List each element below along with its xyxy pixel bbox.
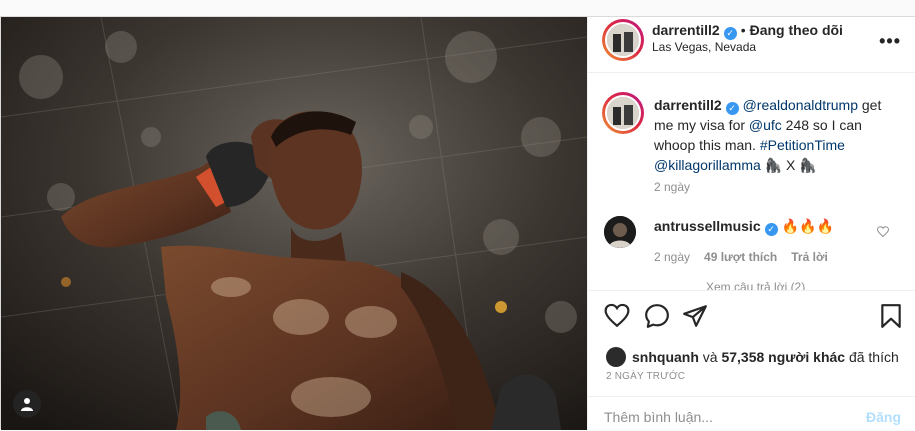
verified-badge-icon: ✓ [723,27,737,40]
comment-input[interactable] [604,409,844,425]
post-actions: snhquanh và 57,358 người khác đã thích 2… [588,290,915,430]
comment-meta: 2 ngày 49 lượt thích Trả lời [654,250,842,264]
person-icon [21,398,33,411]
reply-button[interactable]: Trả lời [791,250,828,264]
more-options-icon[interactable]: ••• [879,31,901,52]
author-username[interactable]: darrentill2 [652,22,720,38]
mention-link[interactable]: @ufc [749,117,782,133]
comment-bubble-icon[interactable] [644,303,670,329]
likes-suffix: đã thích [845,349,899,365]
following-button[interactable]: Đang theo dõi [750,22,843,38]
post-comment-button[interactable]: Đăng [866,409,901,425]
commenter-avatar[interactable] [604,216,636,248]
likes-summary: snhquanh và 57,358 người khác đã thích [606,347,899,367]
post-header: darrentill2 ✓ • Đang theo dõi Las Vegas, Ne… [588,17,915,73]
post-dialog: darrentill2 ✓ • Đang theo dõi Las Vegas, Ne… [0,16,915,430]
mention-link[interactable]: @realdonaldtrump [743,97,858,113]
caption-avatar-photo [605,95,641,131]
comment-body: 🔥🔥🔥 [781,218,834,234]
comment-like-heart-icon[interactable] [876,225,890,243]
caption-username[interactable]: darrentill2 [654,97,722,113]
comment-text: antrussellmusic ✓ 🔥🔥🔥 [654,218,834,236]
add-comment-bar: Đăng [588,396,915,431]
mention-link[interactable]: @killagorillamma [654,157,761,173]
author-avatar[interactable] [602,19,644,61]
likes-others-link[interactable]: 57,358 người khác [721,349,845,365]
liker-avatar[interactable] [606,347,626,367]
like-heart-icon[interactable] [604,303,630,329]
caption-avatar[interactable] [602,92,644,134]
comments-section: darrentill2 ✓ @realdonaldtrump get me my … [588,74,915,290]
post-photo[interactable] [1,17,587,430]
instagram-post-page: darrentill2 ✓ • Đang theo dõi Las Vegas, Ne… [0,0,915,430]
author-avatar-photo [605,22,641,58]
separator-dot: • [740,22,746,38]
likes-connector: và [698,349,722,365]
post-sidebar: darrentill2 ✓ • Đang theo dõi Las Vegas, Ne… [587,17,915,430]
tagged-user-icon[interactable] [13,390,41,418]
verified-badge-icon: ✓ [764,223,778,236]
share-direct-icon[interactable] [682,303,708,329]
comment-likes-count[interactable]: 49 lượt thích [704,250,777,264]
caption-emoji: 🦍 X 🦍 [760,157,817,173]
location-link[interactable]: Las Vegas, Nevada [652,40,756,54]
view-replies-link[interactable]: Xem câu trả lời (2) [706,280,805,290]
commenter-username[interactable]: antrussellmusic [654,218,761,234]
post-timestamp[interactable]: 2 ngày trước [606,371,685,382]
caption-text: darrentill2 ✓ @realdonaldtrump get me my … [654,95,902,175]
liker-username[interactable]: snhquanh [632,349,699,365]
hashtag-link[interactable]: #PetitionTime [760,137,845,153]
fighter-photo-illustration [1,17,587,430]
save-bookmark-icon[interactable] [878,303,904,329]
caption-timestamp[interactable]: 2 ngày [654,180,690,194]
header-title-row: darrentill2 ✓ • Đang theo dõi [652,22,843,40]
verified-badge-icon: ✓ [725,102,739,115]
comment-time[interactable]: 2 ngày [654,250,690,264]
